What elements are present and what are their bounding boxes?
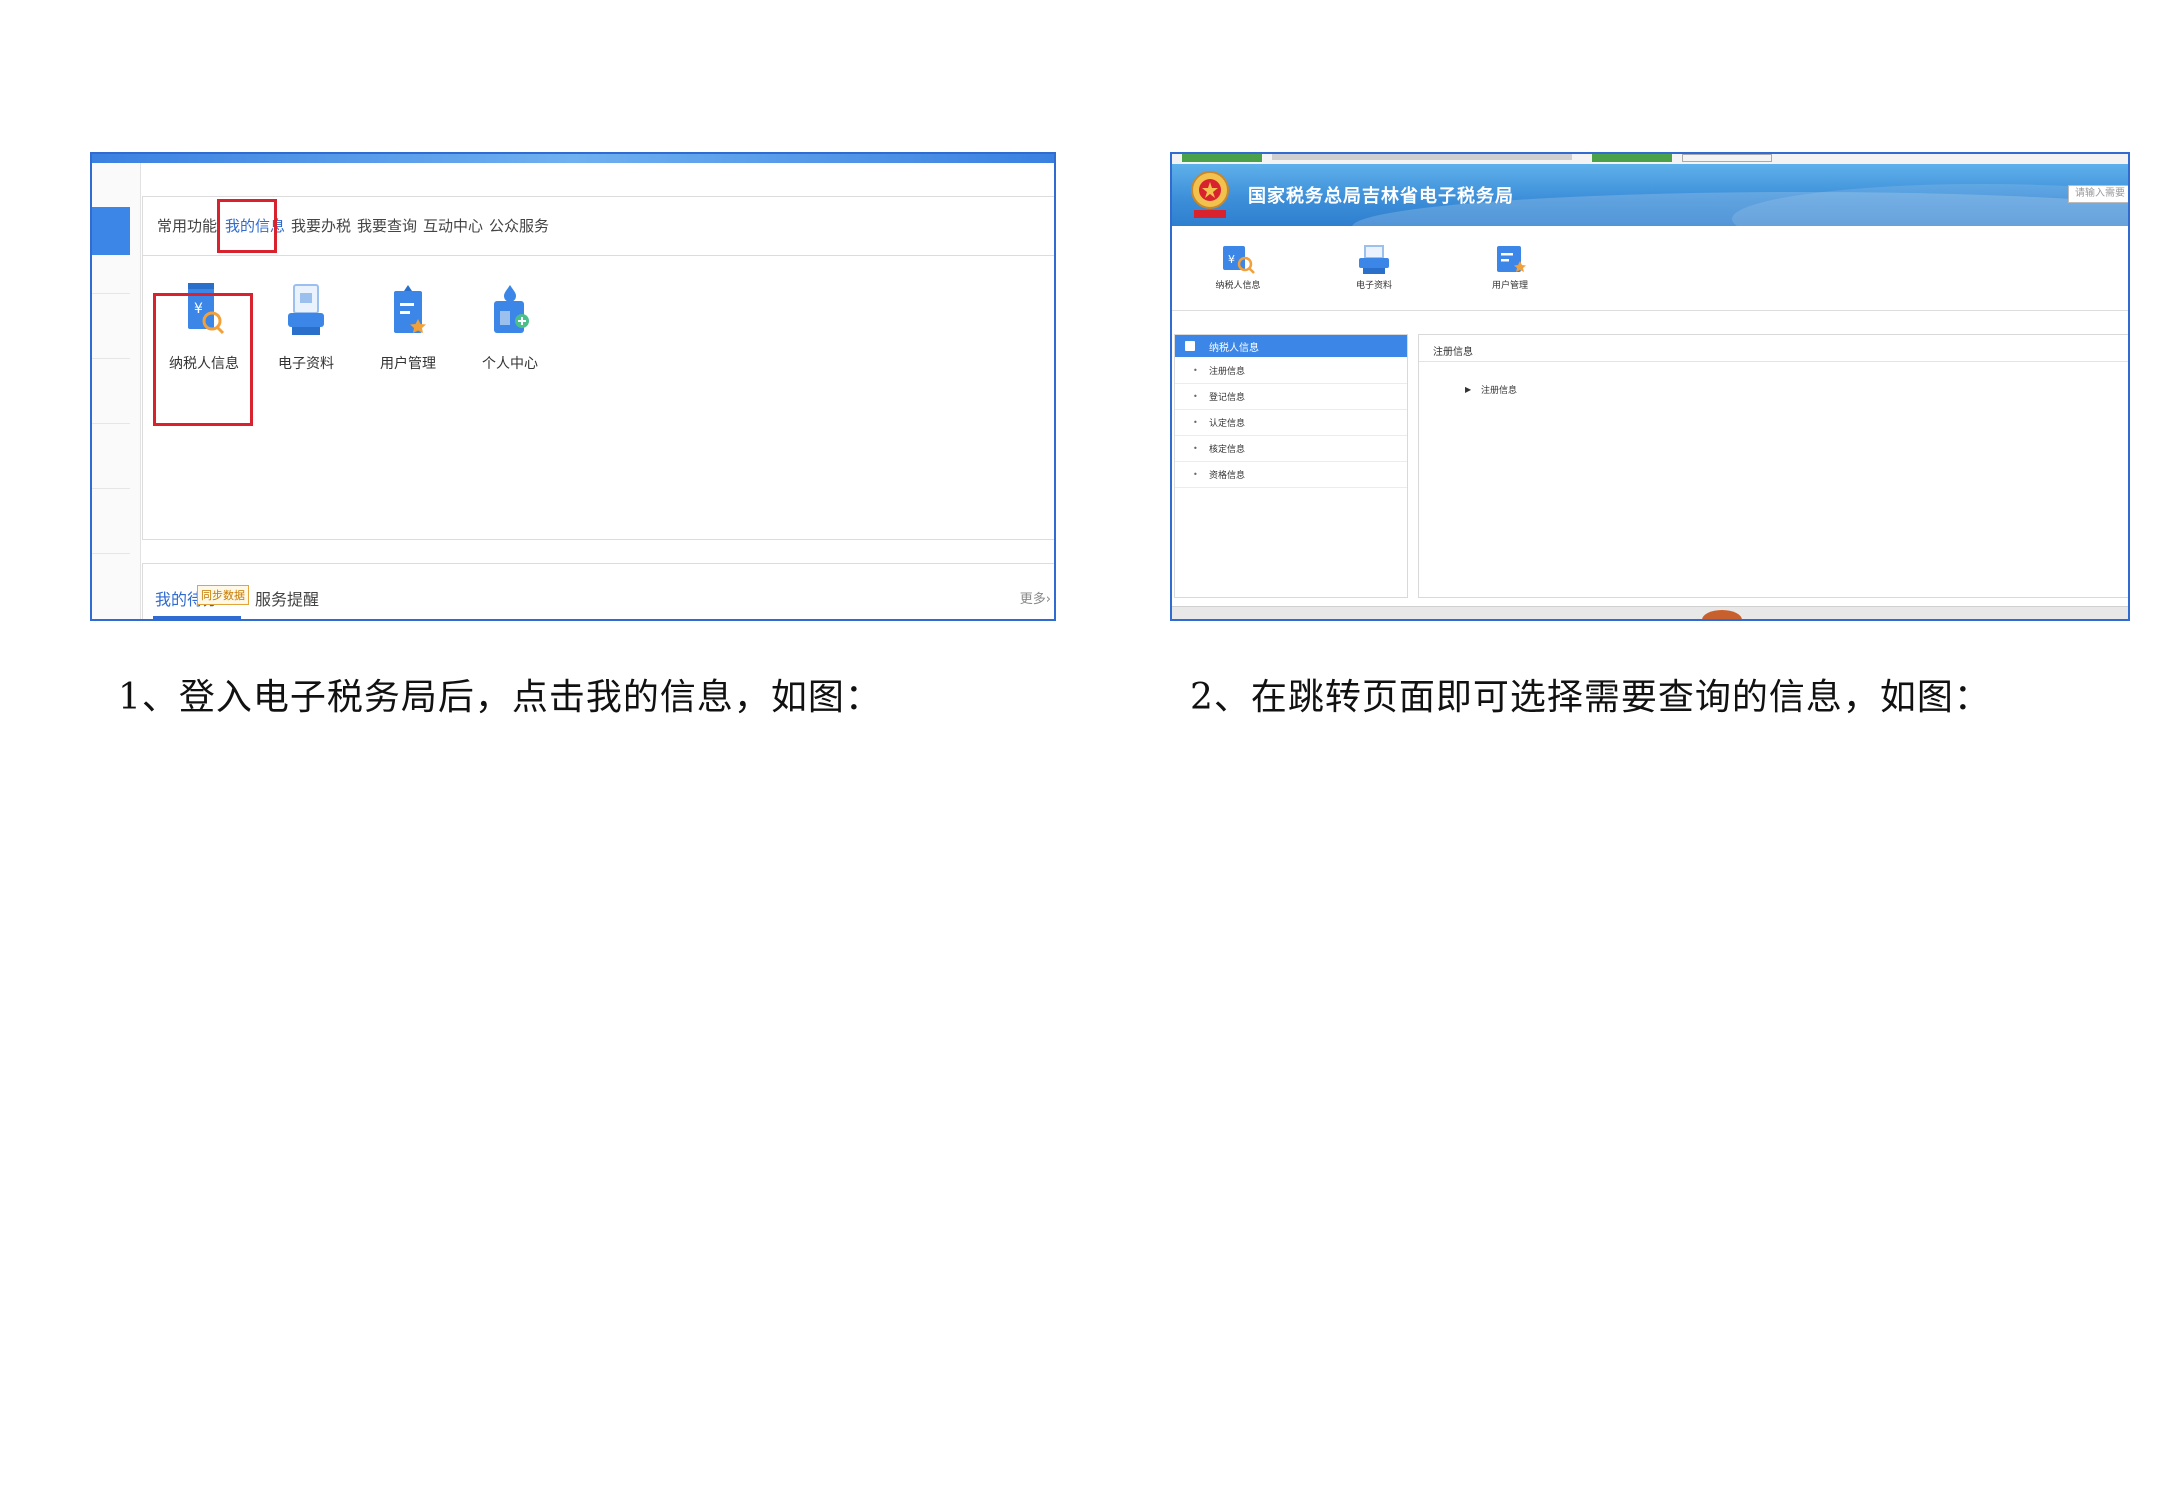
svg-text:¥: ¥: [1228, 253, 1235, 266]
tab-file-tax[interactable]: 我要办税: [291, 215, 351, 236]
sidebar-item-label: 资格信息: [1209, 471, 1246, 481]
app-personal-center[interactable]: 个人中心: [465, 281, 555, 373]
app-user-management[interactable]: 用户管理: [363, 281, 453, 373]
footer-emblem: [1702, 610, 1742, 619]
list-icon: [1185, 341, 1195, 351]
sidebar-item-qualification[interactable]: • 资格信息: [1175, 461, 1407, 488]
app-label: 用户管理: [380, 356, 436, 372]
browser-dismiss-button[interactable]: [1682, 154, 1772, 162]
left-nav-divider: [92, 293, 130, 294]
more-link[interactable]: 更多›: [1020, 588, 1051, 607]
tab-service-reminder[interactable]: 服务提醒: [255, 586, 319, 610]
app-bar: ¥ 纳税人信息 电子资料 用户管理: [1172, 226, 2128, 311]
left-nav-selected[interactable]: [92, 207, 130, 255]
left-nav-divider: [92, 488, 130, 489]
electronic-docs-icon: [288, 284, 324, 335]
sidebar: 纳税人信息 • 注册信息 • 登记信息 • 认定信息 • 核定信息 • 资格信息: [1174, 334, 1408, 598]
left-nav-divider: [92, 423, 130, 424]
function-panel: 常用功能 我的信息 我要办税 我要查询 互动中心 公众服务 ¥ 纳税人信息 电子…: [142, 196, 1054, 540]
sidebar-item-registration[interactable]: • 注册信息: [1175, 357, 1407, 384]
sidebar-item-label: 核定信息: [1209, 445, 1246, 455]
taxpayer-info-icon: ¥: [1223, 246, 1255, 274]
divider: [1419, 361, 2128, 362]
highlight-box-my-info: [217, 199, 277, 253]
app-label: 个人中心: [482, 356, 538, 372]
highlight-box-taxpayer-info: [153, 293, 253, 426]
sync-data-badge[interactable]: 同步数据: [197, 585, 249, 605]
screenshot-taxpayer-info-page: 国家税务总局吉林省电子税务局 请输入需要 ¥ 纳税人信息 电子资料 用户管理 纳…: [1170, 152, 2130, 621]
app-label: 用户管理: [1491, 281, 1528, 291]
browser-notice-text: [1272, 154, 1572, 160]
bullet-icon: •: [1193, 366, 1198, 375]
footer-bar: [1172, 606, 2128, 619]
left-nav-divider: [92, 553, 130, 554]
step-1-caption: 1、登入电子税务局后，点击我的信息，如图：: [118, 677, 882, 718]
sidebar-item-label: 认定信息: [1209, 419, 1246, 429]
sidebar-title: 纳税人信息: [1209, 343, 1259, 354]
sidebar-item-certification[interactable]: • 认定信息: [1175, 409, 1407, 436]
bullet-icon: •: [1193, 418, 1198, 427]
screenshot-my-info-tab: 常用功能 我的信息 我要办税 我要查询 互动中心 公众服务 ¥ 纳税人信息 电子…: [90, 152, 1056, 621]
step-2-caption: 2、在跳转页面即可选择需要查询的信息，如图：: [1190, 677, 1991, 718]
content-title: 注册信息: [1433, 347, 1473, 358]
main-content: 注册信息 ▶ 注册信息: [1418, 334, 2128, 598]
tree-node-registration[interactable]: 注册信息: [1481, 383, 1517, 396]
personal-center-icon: [494, 285, 529, 333]
site-title: 国家税务总局吉林省电子税务局: [1248, 186, 1514, 207]
app-taxpayer-info[interactable]: ¥ 纳税人信息: [1198, 244, 1278, 291]
bullet-icon: •: [1193, 470, 1198, 479]
left-nav-strip: [92, 163, 141, 619]
user-management-icon: [394, 285, 426, 333]
bullet-icon: •: [1193, 444, 1198, 453]
sidebar-item-label: 注册信息: [1209, 367, 1246, 377]
top-bar: [92, 154, 1054, 163]
electronic-docs-icon: [1359, 245, 1389, 274]
app-label: 电子资料: [1355, 281, 1392, 291]
sidebar-item-label: 登记信息: [1209, 393, 1246, 403]
app-label: 电子资料: [278, 356, 334, 372]
expand-triangle-icon[interactable]: ▶: [1465, 385, 1471, 394]
user-management-icon: [1497, 246, 1526, 272]
tab-public-services[interactable]: 公众服务: [489, 215, 549, 236]
search-input[interactable]: 请输入需要: [2068, 185, 2128, 203]
app-label: 纳税人信息: [1215, 281, 1261, 291]
site-banner: 国家税务总局吉林省电子税务局 请输入需要: [1172, 164, 2128, 226]
browser-save-button[interactable]: [1592, 154, 1672, 162]
todo-panel: 我的待办 同步数据 服务提醒 更多›: [142, 563, 1054, 619]
left-nav-divider: [92, 358, 130, 359]
sidebar-header: 纳税人信息: [1175, 335, 1407, 357]
tab-common-functions[interactable]: 常用功能: [157, 215, 217, 236]
tab-interaction-center[interactable]: 互动中心: [423, 215, 483, 236]
tab-query[interactable]: 我要查询: [357, 215, 417, 236]
tab-bar: 常用功能 我的信息 我要办税 我要查询 互动中心 公众服务: [143, 197, 1054, 256]
app-electronic-docs[interactable]: 电子资料: [261, 281, 351, 373]
bullet-icon: •: [1193, 392, 1198, 401]
browser-logo: [1182, 154, 1262, 162]
sidebar-item-assessment[interactable]: • 核定信息: [1175, 435, 1407, 462]
active-tab-underline: [153, 616, 241, 619]
app-electronic-docs[interactable]: 电子资料: [1334, 244, 1414, 291]
tax-bureau-emblem-icon: [1191, 171, 1229, 218]
sidebar-item-record[interactable]: • 登记信息: [1175, 383, 1407, 410]
app-user-management[interactable]: 用户管理: [1470, 244, 1550, 291]
